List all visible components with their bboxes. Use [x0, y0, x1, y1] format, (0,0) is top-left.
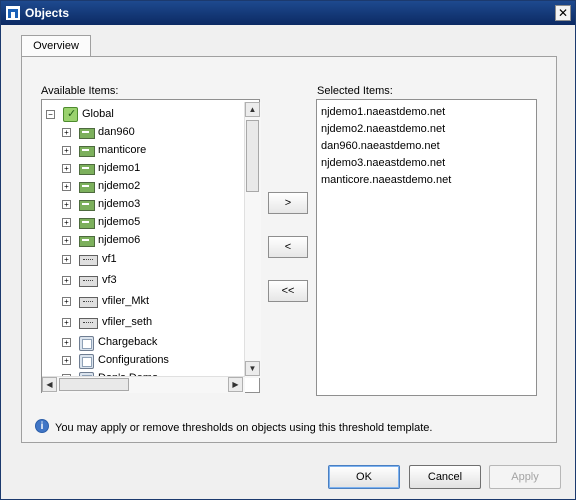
- apply-button[interactable]: Apply: [489, 465, 561, 489]
- tree-node-label: njdemo5: [98, 216, 141, 228]
- tree-node[interactable]: + njdemo6: [42, 233, 246, 251]
- expand-icon[interactable]: +: [62, 255, 71, 264]
- storage-server-icon: [79, 145, 95, 157]
- tree-node-label: njdemo6: [98, 234, 141, 246]
- tree-node[interactable]: + vfiler_Mkt: [42, 294, 246, 312]
- vfiler-icon: [79, 276, 98, 287]
- list-item[interactable]: njdemo1.naeastdemo.net: [321, 106, 445, 118]
- expand-icon[interactable]: +: [62, 356, 71, 365]
- expand-icon[interactable]: +: [62, 182, 71, 191]
- expand-icon[interactable]: +: [62, 338, 71, 347]
- selected-items-list[interactable]: njdemo1.naeastdemo.net njdemo2.naeastdem…: [316, 99, 537, 396]
- tree-node[interactable]: + Configurations: [42, 353, 246, 371]
- info-message: You may apply or remove thresholds on ob…: [55, 422, 433, 434]
- tree-node-label: dan960: [98, 126, 135, 138]
- scrollbar-thumb[interactable]: [246, 120, 259, 192]
- vfiler-icon: [79, 318, 98, 329]
- available-items-tree[interactable]: − Global + dan960 + manticore + njdemo1 …: [41, 99, 260, 393]
- storage-server-icon: [79, 217, 95, 229]
- tree-node[interactable]: + dan960: [42, 125, 246, 143]
- add-selected-button[interactable]: >: [268, 192, 308, 214]
- tree-node-label: vf1: [102, 253, 117, 265]
- tree-node[interactable]: + njdemo3: [42, 197, 246, 215]
- expand-icon[interactable]: +: [62, 236, 71, 245]
- expand-icon[interactable]: +: [62, 164, 71, 173]
- scroll-right-icon[interactable]: ▶: [228, 377, 243, 392]
- expand-icon[interactable]: +: [62, 276, 71, 285]
- expand-icon[interactable]: +: [62, 297, 71, 306]
- tree-node-label: vf3: [102, 274, 117, 286]
- tree-node-label: njdemo2: [98, 180, 141, 192]
- tree-node[interactable]: + vfiler_seth: [42, 315, 246, 333]
- vfiler-icon: [79, 255, 98, 266]
- tree-node[interactable]: + vf3: [42, 273, 246, 291]
- scroll-left-icon[interactable]: ◀: [42, 377, 57, 392]
- tree-node-label: vfiler_seth: [102, 316, 153, 328]
- tree-node-label: njdemo3: [98, 198, 141, 210]
- tree-node[interactable]: + vf1: [42, 252, 246, 270]
- available-items-label: Available Items:: [41, 85, 119, 97]
- remove-selected-button[interactable]: <: [268, 236, 308, 258]
- group-icon: [79, 336, 94, 351]
- cancel-button[interactable]: Cancel: [409, 465, 481, 489]
- tree-node-label: vfiler_Mkt: [102, 295, 150, 307]
- storage-server-icon: [79, 181, 95, 193]
- scroll-up-icon[interactable]: ▲: [245, 102, 260, 117]
- global-group-icon: [63, 107, 78, 122]
- tree-node-label: njdemo1: [98, 162, 141, 174]
- tree-node[interactable]: + njdemo2: [42, 179, 246, 197]
- expand-icon[interactable]: +: [62, 146, 71, 155]
- tree-node[interactable]: + Chargeback: [42, 335, 246, 353]
- window-title: Objects: [25, 6, 70, 20]
- list-item[interactable]: njdemo2.naeastdemo.net: [321, 123, 445, 135]
- ok-button[interactable]: OK: [328, 465, 400, 489]
- info-icon: i: [35, 419, 49, 433]
- scroll-down-icon[interactable]: ▼: [245, 361, 260, 376]
- tree-node[interactable]: + njdemo1: [42, 161, 246, 179]
- list-item[interactable]: manticore.naeastdemo.net: [321, 174, 451, 186]
- vfiler-icon: [79, 297, 98, 308]
- collapse-icon[interactable]: −: [46, 110, 55, 119]
- app-icon: [6, 6, 20, 20]
- objects-dialog: Objects ✕ Overview Available Items: Sele…: [0, 0, 576, 500]
- title-bar[interactable]: Objects ✕: [1, 1, 575, 25]
- tab-overview[interactable]: Overview: [21, 35, 91, 57]
- storage-server-icon: [79, 199, 95, 211]
- tree-node-label: Global: [82, 108, 114, 120]
- vertical-scrollbar[interactable]: ▲ ▼: [244, 102, 261, 378]
- tree-node-global[interactable]: − Global: [42, 107, 246, 125]
- tree-node-label: Chargeback: [98, 336, 158, 348]
- storage-server-icon: [79, 235, 95, 247]
- expand-icon[interactable]: +: [62, 318, 71, 327]
- tree-node-label: Configurations: [98, 354, 169, 366]
- expand-icon[interactable]: +: [62, 218, 71, 227]
- scrollbar-thumb[interactable]: [59, 378, 129, 391]
- close-button[interactable]: ✕: [555, 5, 571, 21]
- tree-node[interactable]: + manticore: [42, 143, 246, 161]
- tree-node-label: manticore: [98, 144, 147, 156]
- horizontal-scrollbar[interactable]: ◀ ▶: [42, 376, 245, 393]
- expand-icon[interactable]: +: [62, 200, 71, 209]
- list-item[interactable]: njdemo3.naeastdemo.net: [321, 157, 445, 169]
- storage-server-icon: [79, 163, 95, 175]
- expand-icon[interactable]: +: [62, 128, 71, 137]
- storage-server-icon: [79, 127, 95, 139]
- selected-items-label: Selected Items:: [317, 85, 393, 97]
- tree-node[interactable]: + njdemo5: [42, 215, 246, 233]
- remove-all-button[interactable]: <<: [268, 280, 308, 302]
- group-icon: [79, 354, 94, 369]
- list-item[interactable]: dan960.naeastdemo.net: [321, 140, 440, 152]
